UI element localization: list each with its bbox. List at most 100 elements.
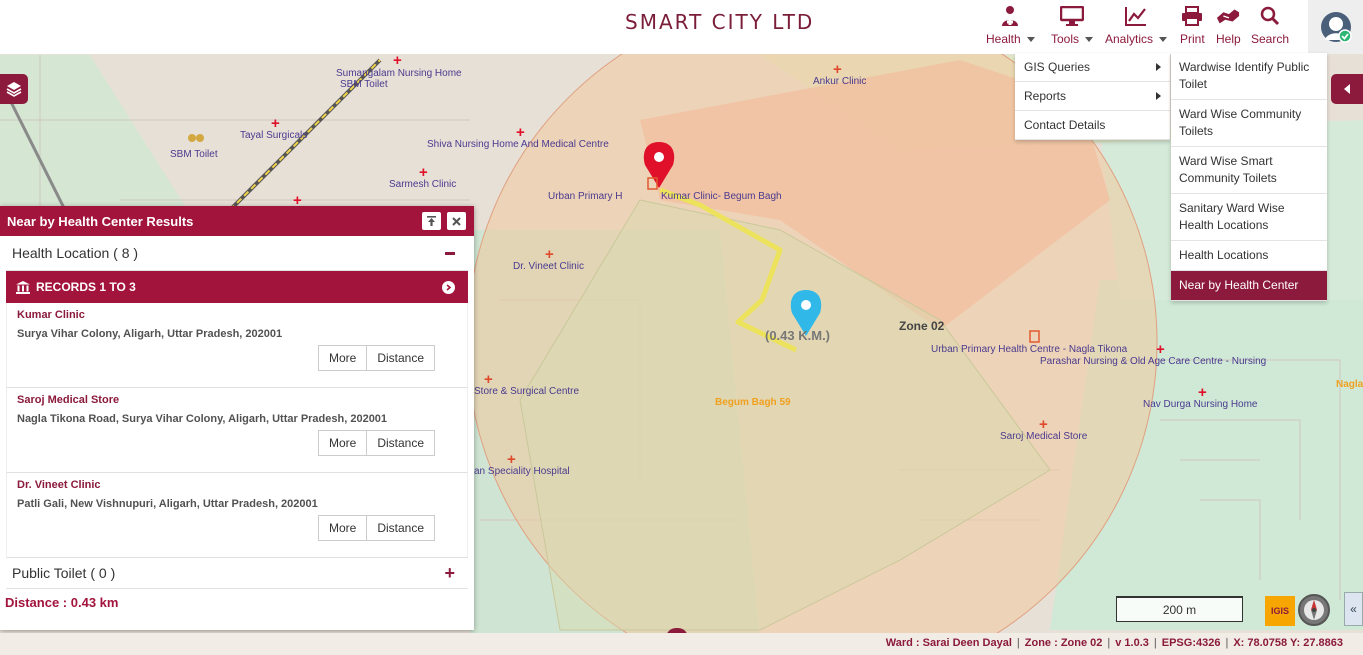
health-location-label: Health Location ( 8 ) — [12, 245, 139, 261]
menu-item-contact-details[interactable]: Contact Details — [1015, 111, 1170, 140]
health-icon — [998, 4, 1022, 28]
expand-icon[interactable]: + — [444, 563, 455, 584]
igis-logo: IGIS — [1265, 596, 1295, 626]
ward-label: Begum Bagh 59 — [715, 397, 791, 408]
nav-help-label: Help — [1216, 32, 1241, 46]
result-record: Saroj Medical Store Nagla Tikona Road, S… — [6, 388, 468, 473]
distance-button[interactable]: Distance — [367, 430, 435, 456]
poi-marker-icon[interactable]: + — [545, 247, 554, 262]
more-button[interactable]: More — [317, 430, 368, 456]
poi-marker-icon[interactable]: + — [484, 372, 493, 387]
gis-queries-submenu: Wardwise Identify Public Toilet Ward Wis… — [1171, 53, 1327, 301]
nav-search[interactable]: Search — [1251, 4, 1289, 50]
institution-icon — [16, 280, 30, 294]
map-label: Shiva Nursing Home And Medical Centre — [427, 139, 609, 150]
map-label: an Speciality Hospital — [474, 466, 570, 477]
submenu-item-ward-smart-toilets[interactable]: Ward Wise Smart Community Toilets — [1171, 147, 1327, 194]
menu-item-label: GIS Queries — [1024, 60, 1091, 74]
nav-health-label: Health — [986, 32, 1021, 46]
chevron-right-icon — [446, 283, 452, 291]
record-name: Dr. Vineet Clinic — [17, 479, 101, 491]
record-name: Kumar Clinic — [17, 309, 85, 321]
map-label: Sumangalam Nursing Home — [336, 68, 462, 79]
chevron-left-icon — [1344, 84, 1350, 94]
nav-help[interactable]: Help — [1216, 4, 1241, 50]
health-dropdown-menu: GIS Queries Reports Contact Details — [1015, 53, 1170, 140]
records-range-label: RECORDS 1 TO 3 — [36, 280, 136, 294]
map-label: Dr. Vineet Clinic — [513, 261, 584, 272]
record-name: Saroj Medical Store — [17, 394, 120, 406]
status-epsg: EPSG:4326 — [1161, 637, 1221, 649]
map-label: Urban Primary Health Centre - Nagla Tiko… — [931, 344, 1128, 355]
public-toilet-section[interactable]: Public Toilet ( 0 ) + — [6, 558, 468, 589]
pin-icon — [427, 216, 436, 226]
panel-header: Near by Health Center Results — [0, 206, 474, 236]
next-page-button[interactable] — [442, 280, 455, 294]
monitor-icon — [1060, 4, 1084, 28]
distance-summary: Distance : 0.43 km — [5, 595, 119, 610]
submenu-item-near-by-health-center[interactable]: Near by Health Center — [1171, 271, 1327, 301]
menu-item-gis-queries[interactable]: GIS Queries — [1015, 53, 1170, 82]
compass-icon[interactable] — [1298, 594, 1330, 626]
close-icon — [452, 216, 461, 226]
nav-analytics[interactable]: Analytics — [1105, 4, 1168, 50]
map-label: SBM Toilet — [170, 149, 218, 160]
nav-analytics-label: Analytics — [1105, 32, 1154, 46]
double-chevron-left-icon: « — [1350, 602, 1357, 616]
print-icon — [1180, 4, 1204, 28]
distance-button[interactable]: Distance — [367, 345, 435, 371]
submenu-item-wardwise-public-toilet[interactable]: Wardwise Identify Public Toilet — [1171, 53, 1327, 100]
close-button[interactable] — [447, 212, 466, 230]
health-location-section[interactable]: Health Location ( 8 ) — [6, 236, 468, 271]
submenu-item-health-locations[interactable]: Health Locations — [1171, 241, 1327, 271]
poi-marker-icon[interactable]: + — [393, 53, 402, 68]
record-address: Nagla Tikona Road, Surya Vihar Colony, A… — [17, 413, 388, 425]
menu-item-label: Reports — [1024, 89, 1067, 103]
results-panel: Near by Health Center Results Health Loc… — [0, 206, 474, 630]
nav-tools[interactable]: Tools — [1051, 4, 1094, 50]
user-avatar[interactable] — [1308, 0, 1363, 54]
minimize-button[interactable] — [422, 212, 441, 230]
status-bar: Ward : Sarai Deen Dayal | Zone : Zone 02 | v… — [0, 633, 1363, 655]
search-icon — [1258, 4, 1282, 28]
analytics-icon — [1124, 4, 1148, 28]
poi-marker-icon[interactable]: + — [507, 452, 516, 467]
public-toilet-label: Public Toilet ( 0 ) — [12, 565, 116, 581]
poi-marker-icon[interactable]: + — [1198, 385, 1207, 400]
poi-marker-icon[interactable]: + — [1156, 342, 1165, 357]
map-label: Urban Primary H — [548, 191, 623, 202]
right-panel-toggle[interactable] — [1331, 74, 1363, 104]
menu-item-reports[interactable]: Reports — [1015, 82, 1170, 111]
poi-marker-icon[interactable]: + — [419, 165, 428, 180]
poi-marker-icon[interactable]: + — [271, 116, 280, 131]
chevron-down-icon — [1085, 37, 1094, 43]
poi-marker-icon[interactable]: + — [1039, 417, 1048, 432]
map-label: Kumar Clinic- Begum Bagh — [661, 191, 782, 202]
submenu-item-sanitary-health-locations[interactable]: Sanitary Ward Wise Health Locations — [1171, 194, 1327, 241]
map-label: Parashar Nursing & Old Age Care Centre -… — [1040, 356, 1267, 367]
poi-marker-icon[interactable]: + — [516, 125, 525, 140]
nav-print[interactable]: Print — [1180, 4, 1205, 50]
more-button[interactable]: More — [317, 515, 368, 541]
panel-title: Near by Health Center Results — [7, 213, 194, 229]
layers-button[interactable] — [0, 74, 28, 104]
nav-health[interactable]: Health — [986, 4, 1035, 50]
nav-search-label: Search — [1251, 32, 1290, 46]
user-avatar-icon — [1320, 12, 1352, 43]
submenu-item-ward-community-toilets[interactable]: Ward Wise Community Toilets — [1171, 100, 1327, 147]
poi-marker-icon[interactable]: + — [833, 62, 842, 77]
top-header: SMART CITY LTD Health Tools Analytics Pr… — [0, 0, 1363, 54]
result-record: Dr. Vineet Clinic Patli Gali, New Vishnu… — [6, 473, 468, 558]
more-button[interactable]: More — [317, 345, 368, 371]
map-label: Saroj Medical Store — [1000, 431, 1088, 442]
distance-button[interactable]: Distance — [367, 515, 435, 541]
layers-icon — [6, 82, 22, 97]
collapse-icon[interactable] — [445, 251, 455, 255]
chevron-right-icon — [1156, 63, 1161, 71]
record-address: Surya Vihar Colony, Aligarh, Uttar Prade… — [17, 328, 283, 340]
app-title: SMART CITY LTD — [625, 10, 815, 34]
chevron-right-icon — [1156, 92, 1161, 100]
collapse-controls-button[interactable]: « — [1344, 592, 1363, 626]
map-label: Store & Surgical Centre — [474, 386, 580, 397]
status-ward: Ward : Sarai Deen Dayal — [885, 637, 1012, 649]
